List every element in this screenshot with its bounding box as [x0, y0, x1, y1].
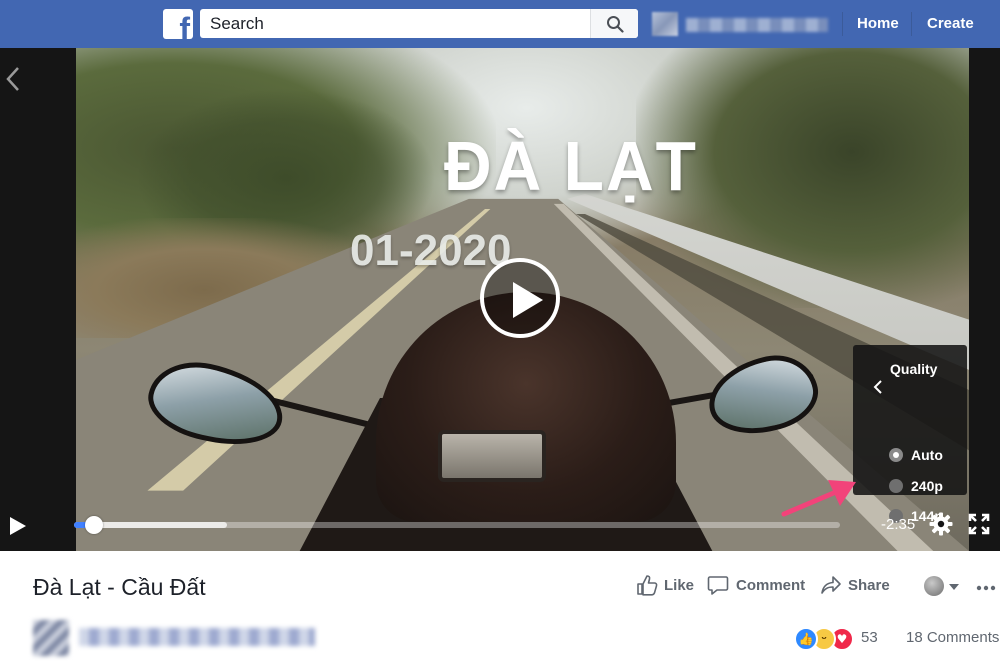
profile-link-blurred[interactable]	[652, 12, 828, 36]
share-label: Share	[848, 577, 890, 594]
quality-option-240p[interactable]: 240p	[889, 476, 959, 496]
top-navigation-bar: f Home Create	[0, 0, 1000, 48]
radio-unselected-icon	[889, 479, 903, 493]
comments-count-link[interactable]: 18 Comments	[906, 629, 999, 646]
poster-info-redacted[interactable]	[33, 618, 323, 660]
search-icon	[607, 16, 624, 33]
comment-button[interactable]: Comment	[707, 574, 811, 598]
reaction-count[interactable]: 53	[861, 629, 878, 646]
nav-create-link[interactable]: Create	[927, 15, 974, 32]
poster-name-redacted	[79, 628, 315, 646]
comment-bubble-icon	[707, 576, 729, 595]
facebook-logo[interactable]: f	[163, 9, 193, 39]
search-input[interactable]	[200, 9, 590, 38]
search-button[interactable]	[590, 9, 638, 38]
annotation-arrow-icon	[781, 480, 856, 517]
center-play-button[interactable]	[480, 258, 560, 338]
like-reaction-icon: 👍	[794, 627, 818, 651]
reaction-icons[interactable]: 👍 ᵕ ♥	[794, 627, 860, 651]
video-overlay-title: ĐÀ LẠT	[444, 127, 698, 205]
comment-label: Comment	[736, 577, 806, 594]
quality-menu-title: Quality	[890, 361, 938, 377]
like-label: Like	[664, 577, 695, 594]
fullscreen-icon[interactable]	[968, 513, 990, 535]
quality-option-label: 240p	[911, 478, 943, 494]
radio-selected-icon	[889, 448, 903, 462]
motorcycle-dashboard	[438, 430, 546, 482]
search-box	[200, 9, 638, 38]
poster-avatar	[33, 620, 69, 656]
nav-divider	[911, 12, 912, 36]
profile-avatar	[652, 12, 678, 36]
play-icon[interactable]	[9, 516, 27, 536]
video-post-title: Đà Lạt - Cầu Đất	[33, 574, 206, 600]
quality-menu: Quality Auto 240p 144p	[853, 345, 967, 524]
caret-down-icon[interactable]	[948, 583, 960, 591]
profile-name-redacted	[686, 18, 828, 32]
share-button[interactable]: Share	[820, 574, 894, 598]
more-options-icon[interactable]	[976, 585, 996, 591]
nav-home-link[interactable]: Home	[857, 15, 899, 32]
video-player[interactable]: ĐÀ LẠT 01-2020 Quality Auto 240p 144p -2…	[0, 48, 1000, 551]
video-overlay-date: 01-2020	[350, 226, 512, 275]
time-remaining: -2:35	[881, 516, 916, 533]
quality-option-auto[interactable]: Auto	[889, 445, 959, 465]
chevron-left-icon	[873, 380, 882, 394]
facebook-logo-letter: f	[179, 11, 190, 39]
thumbs-up-icon	[637, 575, 658, 596]
quality-option-label: Auto	[911, 447, 943, 463]
nav-divider	[842, 12, 843, 36]
gear-icon[interactable]	[929, 512, 953, 536]
like-button[interactable]: Like	[636, 574, 696, 598]
share-arrow-icon	[821, 576, 841, 594]
chevron-left-icon[interactable]	[5, 66, 21, 92]
progress-bar[interactable]	[74, 516, 840, 534]
viewer-avatar[interactable]	[924, 576, 944, 596]
